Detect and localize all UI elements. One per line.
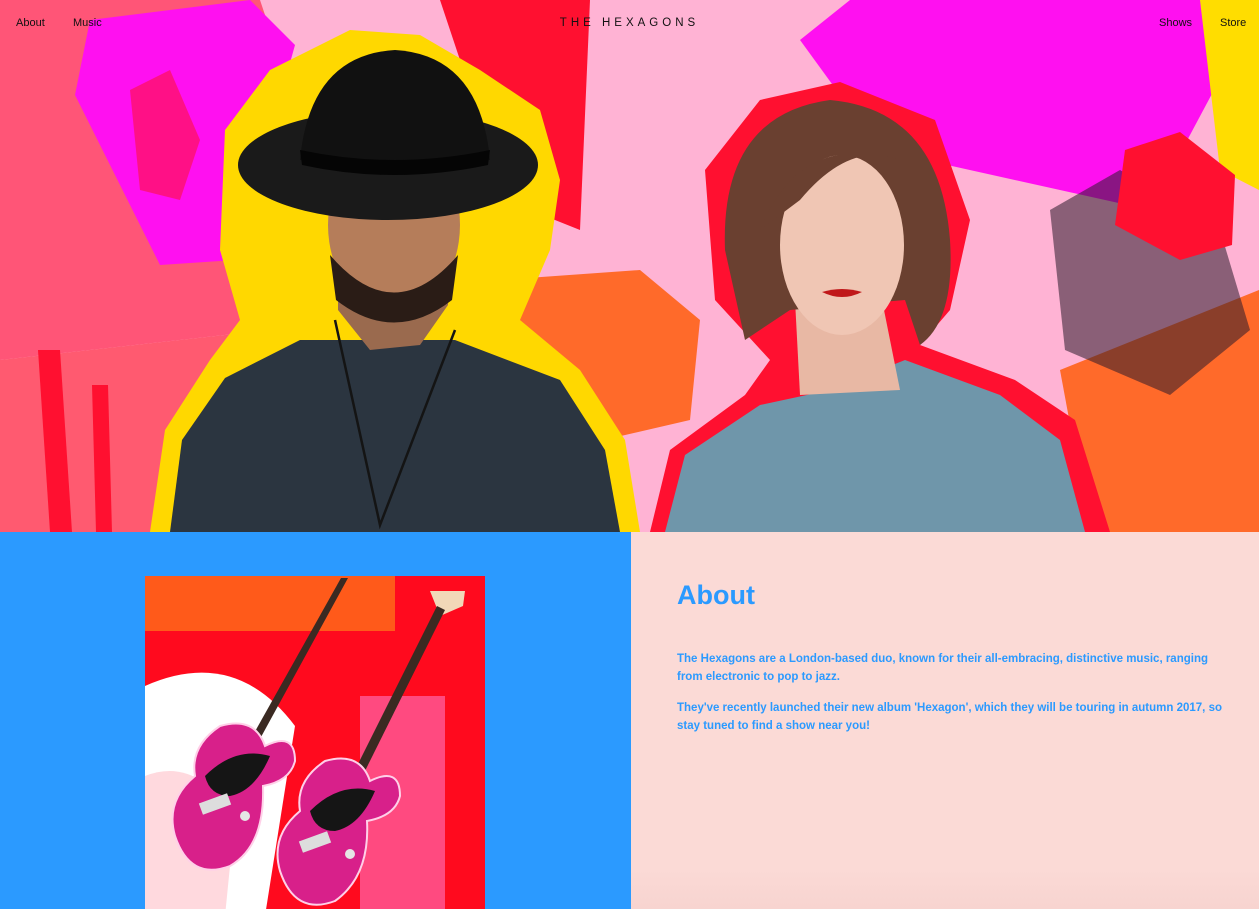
album-orange-band: [145, 576, 395, 631]
about-heading: About: [677, 580, 755, 610]
nav-store-link[interactable]: Store: [1220, 17, 1246, 29]
brand-logo[interactable]: THE HEXAGONS: [560, 17, 699, 29]
about-paragraph-2: They've recently launched their new albu…: [677, 702, 1222, 732]
about-section: About The Hexagons are a London-based du…: [631, 532, 1259, 909]
nav-shows-link[interactable]: Shows: [1159, 17, 1192, 29]
guitar-1-knob: [240, 811, 250, 821]
page: About Music THE HEXAGONS Shows Store Abo…: [0, 0, 1259, 909]
guitars-illustration: [145, 576, 485, 909]
guitar-2-knob: [345, 849, 355, 859]
nav-music-link[interactable]: Music: [73, 17, 102, 29]
bottom-fade: [631, 869, 1259, 909]
about-paragraph-1: The Hexagons are a London-based duo, kno…: [677, 653, 1208, 683]
hero-banner: About Music THE HEXAGONS Shows Store: [0, 0, 1259, 532]
album-panel: [0, 532, 631, 909]
album-artwork: [145, 576, 485, 909]
nav-about-link[interactable]: About: [16, 17, 45, 29]
hero-collage-illustration: [0, 0, 1259, 532]
